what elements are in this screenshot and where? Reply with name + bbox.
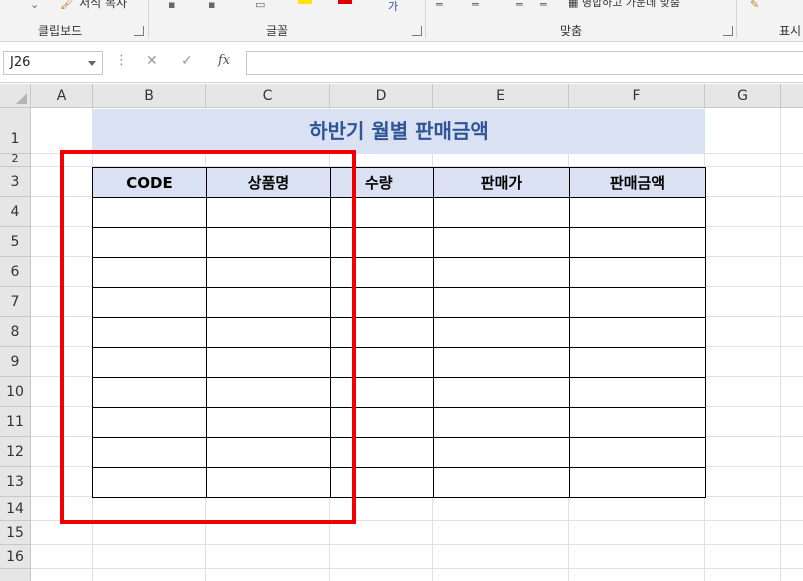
ribbon-separator <box>148 0 149 38</box>
table-cell[interactable] <box>569 407 706 438</box>
highlight-color-icon[interactable] <box>298 0 312 4</box>
row-header-2[interactable]: 2 <box>0 153 31 167</box>
ribbon-separator <box>425 0 426 38</box>
chevron-down-icon[interactable] <box>88 61 96 66</box>
font-tool-icon[interactable]: ▪ <box>208 0 215 11</box>
column-header-b[interactable]: B <box>93 84 206 108</box>
highlight-annotation-box <box>60 150 356 524</box>
table-cell[interactable] <box>569 227 706 258</box>
column-header-h[interactable] <box>781 84 803 108</box>
font-tool-icon[interactable]: ▪ <box>168 0 175 11</box>
header-cell-price[interactable]: 판매가 <box>433 167 570 198</box>
name-box[interactable]: J26 <box>3 51 103 75</box>
gridline <box>31 544 803 545</box>
table-cell[interactable] <box>433 437 570 468</box>
row-header-11[interactable]: 11 <box>0 407 31 437</box>
row-header-10[interactable]: 10 <box>0 377 31 407</box>
merge-center-button[interactable]: ▦ 병합하고 가운데 맞춤 <box>568 0 680 10</box>
format-painter-button[interactable]: 🖌 서식 복사 <box>60 0 127 11</box>
alignment-group-label: 맞춤 <box>560 24 583 38</box>
table-cell[interactable] <box>569 257 706 288</box>
align-icon[interactable]: ═ <box>472 0 479 11</box>
row-header-8[interactable]: 8 <box>0 317 31 347</box>
formula-input[interactable] <box>246 51 803 75</box>
table-cell[interactable] <box>433 287 570 318</box>
table-cell[interactable] <box>569 317 706 348</box>
table-cell[interactable] <box>569 377 706 408</box>
row-header-9[interactable]: 9 <box>0 347 31 377</box>
table-cell[interactable] <box>569 197 706 228</box>
enter-icon[interactable]: ✓ <box>181 53 193 69</box>
table-cell[interactable] <box>433 407 570 438</box>
cancel-icon[interactable]: ✕ <box>146 53 158 69</box>
table-cell[interactable] <box>433 467 570 498</box>
gridline <box>780 108 781 581</box>
more-icon[interactable]: ⋮ <box>115 53 128 68</box>
gridline <box>31 568 803 569</box>
row-header-6[interactable]: 6 <box>0 257 31 287</box>
table-cell[interactable] <box>569 467 706 498</box>
font-launcher-icon[interactable] <box>412 26 422 36</box>
table-cell[interactable] <box>569 437 706 468</box>
font-color-icon[interactable] <box>338 0 352 4</box>
chevron-down-icon[interactable]: ⌄ <box>30 0 39 11</box>
clipboard-group-label: 클립보드 <box>38 24 83 38</box>
column-header-d[interactable]: D <box>330 84 433 108</box>
row-header-5[interactable]: 5 <box>0 227 31 257</box>
number-format-icon[interactable]: ✎ <box>750 0 759 11</box>
table-cell[interactable] <box>433 377 570 408</box>
sheet-title-cell[interactable]: 하반기 월별 판매금액 <box>93 109 705 154</box>
row-header-1[interactable]: 1 <box>0 108 31 154</box>
table-cell[interactable] <box>433 257 570 288</box>
select-all-button[interactable] <box>0 84 31 108</box>
column-header-g[interactable]: G <box>705 84 781 108</box>
row-header-16[interactable]: 16 <box>0 545 31 569</box>
column-header-e[interactable]: E <box>433 84 569 108</box>
row-header-4[interactable]: 4 <box>0 197 31 227</box>
ribbon-separator <box>736 0 737 38</box>
alignment-launcher-icon[interactable] <box>723 26 733 36</box>
phonetic-icon[interactable]: 가 <box>388 0 398 14</box>
table-cell[interactable] <box>433 197 570 228</box>
ribbon: ⌄ 🖌 서식 복사 클립보드 ▪ ▪ ▭ 가 글꼴 ═ ═ ═ ═ ▦ 병합하고… <box>0 0 803 42</box>
table-cell[interactable] <box>569 287 706 318</box>
row-header-15[interactable]: 15 <box>0 521 31 545</box>
formula-bar: J26 ⋮ ✕ ✓ fx <box>0 43 803 83</box>
border-icon[interactable]: ▭ <box>255 0 265 11</box>
row-header-3[interactable]: 3 <box>0 167 31 197</box>
table-cell[interactable] <box>433 317 570 348</box>
table-cell[interactable] <box>569 347 706 378</box>
brush-icon: 🖌 <box>60 0 76 10</box>
indent-icon[interactable]: ═ <box>516 0 523 11</box>
worksheet-grid[interactable]: A B C D E F G 1 2 3 4 5 6 7 8 9 10 11 12… <box>0 84 803 581</box>
column-header-f[interactable]: F <box>569 84 705 108</box>
indent-icon[interactable]: ═ <box>540 0 547 11</box>
clipboard-launcher-icon[interactable] <box>134 26 144 36</box>
merge-icon: ▦ <box>568 0 579 9</box>
row-header-7[interactable]: 7 <box>0 287 31 317</box>
font-group-label: 글꼴 <box>266 24 289 38</box>
number-group-label: 표시 <box>779 24 802 38</box>
column-header-a[interactable]: A <box>31 84 93 108</box>
insert-function-icon[interactable]: fx <box>218 53 230 68</box>
column-header-c[interactable]: C <box>206 84 330 108</box>
row-header-17[interactable] <box>0 569 31 581</box>
align-icon[interactable]: ═ <box>436 0 443 11</box>
select-all-icon <box>16 93 27 104</box>
table-cell[interactable] <box>433 227 570 258</box>
table-cell[interactable] <box>433 347 570 378</box>
row-header-12[interactable]: 12 <box>0 437 31 467</box>
row-header-13[interactable]: 13 <box>0 467 31 497</box>
header-cell-amount[interactable]: 판매금액 <box>569 167 706 198</box>
row-header-14[interactable]: 14 <box>0 497 31 521</box>
